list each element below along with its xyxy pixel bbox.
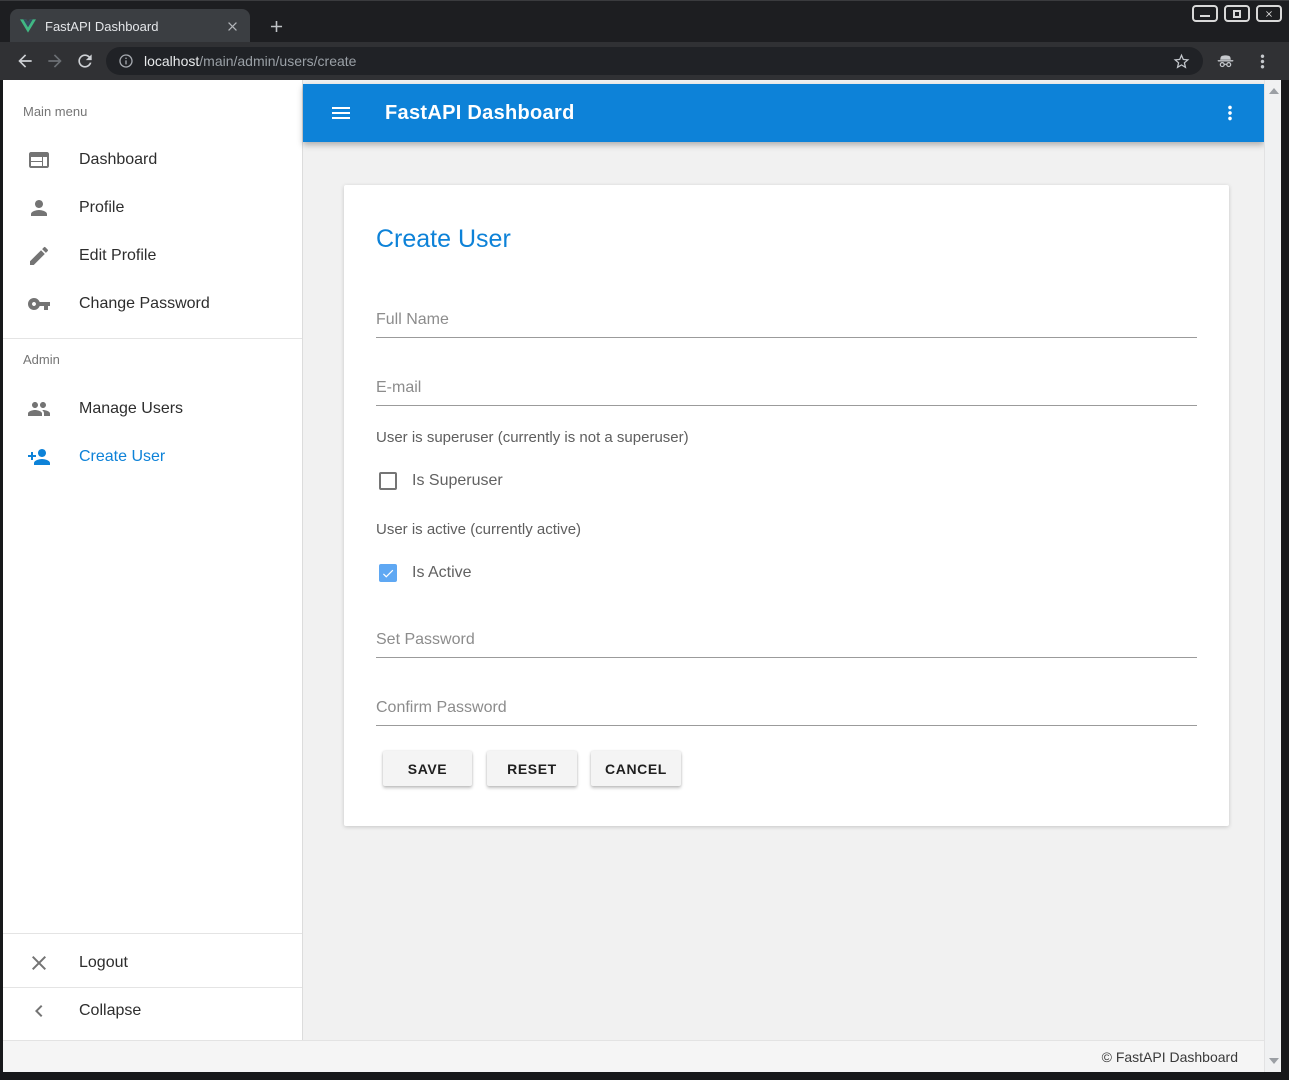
- save-button[interactable]: SAVE: [383, 751, 472, 786]
- cancel-button[interactable]: CANCEL: [591, 751, 681, 786]
- browser-menu-button[interactable]: [1252, 51, 1273, 72]
- bookmark-star-icon[interactable]: [1172, 52, 1191, 71]
- site-info-icon[interactable]: [118, 53, 134, 69]
- scroll-up-icon[interactable]: [1269, 88, 1279, 94]
- sidebar-item-label: Collapse: [79, 1002, 141, 1020]
- chevron-left-icon: [27, 999, 51, 1023]
- page-footer: © FastAPI Dashboard: [3, 1040, 1264, 1072]
- page-scrollbar[interactable]: [1264, 80, 1281, 1072]
- hamburger-icon: [329, 101, 353, 125]
- superuser-checkbox-row[interactable]: Is Superuser: [379, 470, 503, 492]
- url-path: /main/admin/users/create: [199, 53, 356, 69]
- active-checkbox-label: Is Active: [412, 564, 472, 582]
- active-hint: User is active (currently active): [376, 521, 581, 538]
- browser-tab[interactable]: FastAPI Dashboard: [10, 9, 250, 43]
- minimize-icon: [1200, 15, 1210, 17]
- sidebar-item-change-password[interactable]: Change Password: [3, 280, 302, 328]
- sidebar-item-label: Edit Profile: [79, 247, 156, 265]
- create-user-card: Create User User is superuser (currently…: [344, 185, 1229, 826]
- sidebar-section-admin: Admin: [23, 352, 60, 367]
- tab-close-icon[interactable]: [225, 19, 240, 34]
- superuser-checkbox-label: Is Superuser: [412, 472, 503, 490]
- new-tab-button[interactable]: [263, 13, 289, 39]
- toolbar-right: [1215, 51, 1273, 72]
- close-x-icon: [27, 951, 51, 975]
- sidebar-item-manage-users[interactable]: Manage Users: [3, 385, 302, 433]
- full-name-field[interactable]: [376, 302, 1197, 338]
- tab-title: FastAPI Dashboard: [45, 19, 216, 34]
- person-add-icon: [27, 445, 51, 469]
- kebab-menu-icon: [1252, 51, 1273, 72]
- close-icon: [1264, 9, 1274, 19]
- sidebar-item-label: Manage Users: [79, 400, 183, 418]
- forward-icon: [45, 51, 65, 71]
- copyright-text: © FastAPI Dashboard: [1102, 1049, 1238, 1065]
- sidebar-item-label: Create User: [79, 448, 165, 466]
- app-title: FastAPI Dashboard: [385, 102, 575, 125]
- vue-favicon-icon: [20, 18, 36, 34]
- active-checkbox-row[interactable]: Is Active: [379, 562, 472, 584]
- maximize-button[interactable]: [1224, 5, 1250, 22]
- set-password-field[interactable]: [376, 622, 1197, 658]
- person-icon: [27, 196, 51, 220]
- confirm-password-field[interactable]: [376, 690, 1197, 726]
- reload-icon: [75, 51, 95, 71]
- back-icon: [15, 51, 35, 71]
- minimize-button[interactable]: [1192, 5, 1218, 22]
- window-controls: [1192, 5, 1282, 22]
- superuser-hint: User is superuser (currently is not a su…: [376, 429, 689, 446]
- sidebar-item-profile[interactable]: Profile: [3, 184, 302, 232]
- sidebar-item-create-user[interactable]: Create User: [3, 433, 302, 481]
- email-field[interactable]: [376, 370, 1197, 406]
- close-button[interactable]: [1256, 5, 1282, 22]
- scroll-down-icon[interactable]: [1269, 1058, 1279, 1064]
- sidebar-divider: [3, 933, 302, 934]
- forward-button[interactable]: [40, 46, 70, 76]
- sidebar-item-label: Change Password: [79, 295, 210, 313]
- app-bar: FastAPI Dashboard: [303, 84, 1264, 142]
- browser-toolbar: localhost/main/admin/users/create: [0, 42, 1289, 80]
- pencil-icon: [27, 244, 51, 268]
- sidebar-item-label: Logout: [79, 954, 128, 972]
- incognito-icon: [1215, 51, 1236, 72]
- browser-window: FastAPI Dashboard localhost/m: [0, 0, 1289, 1080]
- sidebar-divider: [3, 338, 302, 339]
- appbar-menu-button[interactable]: [1218, 101, 1242, 125]
- page-title: Create User: [376, 225, 511, 254]
- group-icon: [27, 397, 51, 421]
- sidebar-item-label: Dashboard: [79, 151, 157, 169]
- reset-button[interactable]: RESET: [487, 751, 577, 786]
- maximize-icon: [1233, 10, 1241, 18]
- sidebar-item-label: Profile: [79, 199, 124, 217]
- back-button[interactable]: [10, 46, 40, 76]
- hamburger-menu-button[interactable]: [329, 101, 353, 125]
- tab-strip: FastAPI Dashboard: [0, 0, 1289, 42]
- url-host: localhost: [144, 53, 199, 69]
- sidebar-item-edit-profile[interactable]: Edit Profile: [3, 232, 302, 280]
- kebab-menu-icon: [1219, 102, 1241, 124]
- superuser-checkbox[interactable]: [379, 472, 397, 490]
- active-checkbox[interactable]: [379, 564, 397, 582]
- sidebar-section-main-menu: Main menu: [23, 104, 87, 119]
- sidebar: Main menu Dashboard Profile Edit Profile…: [3, 80, 303, 1040]
- sidebar-item-dashboard[interactable]: Dashboard: [3, 136, 302, 184]
- address-bar[interactable]: localhost/main/admin/users/create: [106, 47, 1203, 75]
- sidebar-item-collapse[interactable]: Collapse: [3, 987, 302, 1035]
- sidebar-item-logout[interactable]: Logout: [3, 939, 302, 987]
- dashboard-icon: [27, 148, 51, 172]
- key-icon: [27, 292, 51, 316]
- url-text: localhost/main/admin/users/create: [144, 53, 1162, 69]
- check-icon: [381, 566, 395, 581]
- reload-button[interactable]: [70, 46, 100, 76]
